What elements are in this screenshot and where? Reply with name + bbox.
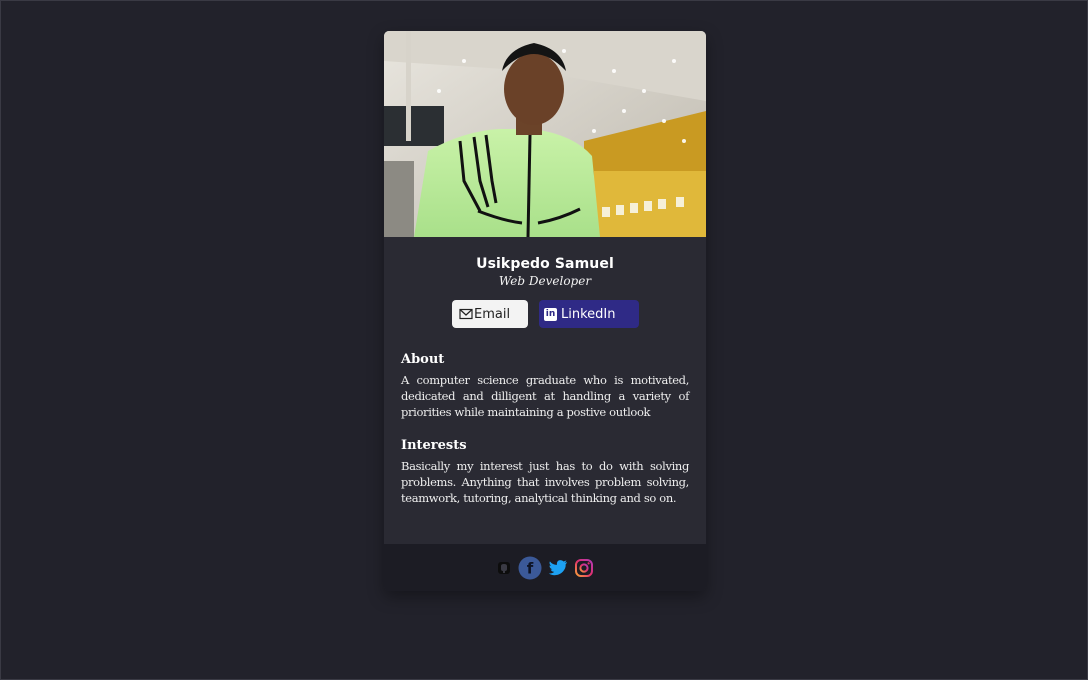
profile-name: Usikpedo Samuel: [476, 256, 614, 272]
linkedin-button[interactable]: in LinkedIn: [539, 300, 639, 328]
linkedin-icon: in: [544, 307, 557, 321]
instagram-icon[interactable]: [574, 558, 594, 578]
profile-photo: [384, 31, 706, 237]
facebook-icon[interactable]: f: [518, 556, 542, 580]
about-heading: About: [401, 352, 445, 367]
interests-heading: Interests: [401, 438, 467, 453]
interests-text: Basically my interest just has to do wit…: [401, 459, 689, 505]
email-button[interactable]: Email: [452, 300, 528, 328]
about-text: A computer science graduate who is motiv…: [401, 373, 689, 419]
social-footer: f: [384, 544, 706, 591]
profile-role: Web Developer: [498, 274, 592, 288]
interests-section: Interests Basically my interest just has…: [384, 438, 706, 506]
email-button-label: Email: [474, 306, 511, 322]
twitter-icon[interactable]: [548, 559, 568, 577]
about-section: About A computer science graduate who is…: [384, 352, 706, 420]
github-icon[interactable]: [496, 560, 512, 576]
profile-card: Usikpedo Samuel Web Developer Email in L…: [384, 31, 706, 591]
svg-text:f: f: [527, 559, 534, 577]
contact-buttons: Email in LinkedIn: [384, 300, 706, 328]
linkedin-button-label: LinkedIn: [561, 306, 616, 322]
envelope-icon: [459, 308, 473, 320]
